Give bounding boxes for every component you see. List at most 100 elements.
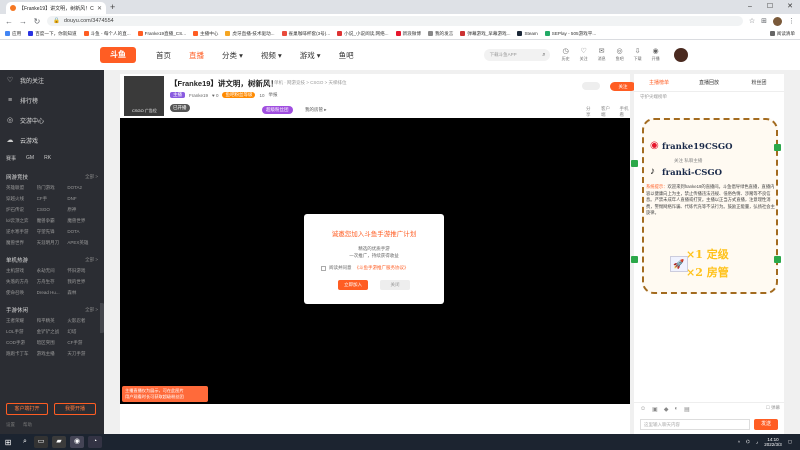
category-link[interactable]: 使命召唤 (6, 289, 37, 297)
category-link[interactable]: 穿越火线 (6, 195, 37, 203)
task-view-icon[interactable]: ▭ (34, 436, 48, 448)
category-link[interactable]: 幻塔 (67, 328, 98, 336)
client-button[interactable]: 客户端 (601, 106, 612, 118)
chrome-icon[interactable]: ◉ (70, 436, 84, 448)
category-link[interactable]: 魔兽世界 (67, 217, 98, 225)
start-broadcast-button[interactable]: 我要开播 (54, 403, 96, 415)
category-link[interactable]: 逆水寒手游 (6, 228, 37, 236)
category-link[interactable]: 火影忍者 (67, 317, 98, 325)
streamer-name[interactable]: Franke19 (189, 93, 208, 98)
category-link[interactable]: 主机游戏 (6, 267, 37, 275)
bubble-icon[interactable]: ◐ (674, 406, 678, 413)
follow-toggle[interactable] (582, 82, 600, 90)
close-tab-icon[interactable]: ✕ (97, 5, 102, 12)
category-link[interactable]: 英雄联盟 (6, 184, 37, 192)
category-link[interactable]: 守望先锋 (37, 228, 68, 236)
browser-tab[interactable]: 【Franke19】讲文明，树新风！CSGO 斗鱼直播 ✕ (6, 2, 106, 14)
camera-icon[interactable]: ▤ (684, 406, 690, 413)
bookmark[interactable]: 主播中心 (193, 31, 218, 37)
category-link[interactable]: 跑跑卡丁车 (6, 350, 37, 358)
nav-home[interactable]: 首页 (156, 50, 171, 61)
bookmark[interactable]: Franke19直播_CS... (137, 31, 186, 37)
agreement-link[interactable]: 《斗鱼手游推广服务协议》 (355, 265, 409, 271)
back-icon[interactable]: ← (5, 17, 13, 26)
category-link[interactable]: 怀旧游戏 (67, 267, 98, 275)
nav-games[interactable]: 游戏 ▾ (300, 50, 321, 61)
gift-icon[interactable]: ▣ (652, 406, 658, 413)
category-link[interactable]: 天涯明月刀 (37, 239, 68, 247)
history-button[interactable]: ◷ 历史 (562, 48, 570, 62)
category-link[interactable]: LOL手游 (6, 328, 37, 336)
category-link[interactable]: 热门游戏 (37, 184, 68, 192)
category-link[interactable]: DNF (67, 195, 98, 203)
category-link[interactable]: 原神 (67, 206, 98, 214)
more-link[interactable]: 全部 > (85, 174, 98, 180)
emoji-icon[interactable]: ☺ (640, 406, 646, 413)
level-badge[interactable]: 鱼吧粉丝等级 (222, 92, 256, 98)
app-icon[interactable]: ◔ (88, 436, 102, 448)
bookmark[interactable]: 我的发言 (427, 31, 453, 37)
room-category[interactable]: 单机 · 网游竞技 > CSGO > 天梯排位 (274, 80, 347, 86)
folder-icon[interactable]: ▰ (52, 436, 66, 448)
more-link[interactable]: 全部 > (85, 257, 98, 263)
star-icon[interactable]: ☆ (749, 17, 755, 25)
category-link[interactable]: APEX英雄 (67, 239, 98, 247)
bookmark[interactable]: 雀巢咖啡杯套(3号)... (281, 31, 330, 37)
follow-button[interactable]: ♡ 关注 (580, 48, 588, 62)
sidebar-item-rank[interactable]: ≡ 排行榜 (0, 90, 104, 110)
nav-fishbar[interactable]: 鱼吧 (339, 50, 354, 61)
chat-input[interactable]: 这里输入聊天内容 (640, 419, 750, 430)
overlay-tip[interactable]: 主播直播仅为展示，可在此图片 用户观看时长可获取超级粉丝团 (122, 386, 208, 402)
agree-checkbox[interactable] (321, 265, 326, 271)
sidebar-item-cloud[interactable]: ☁ 云游戏 (0, 130, 104, 150)
category-link[interactable]: CSGO (37, 206, 68, 214)
nav-category[interactable]: 分类 ▾ (222, 50, 243, 61)
close-button[interactable]: 关闭 (380, 280, 410, 290)
broadcast-button[interactable]: ◉ 开播 (652, 48, 660, 62)
tab-anchor-rank[interactable]: 主播榜单 (634, 74, 684, 91)
category-link[interactable]: 魔兽世界 (6, 239, 37, 247)
settings-link[interactable]: 设置 (6, 422, 15, 428)
minimize-icon[interactable]: – (740, 0, 760, 14)
category-link[interactable]: DOTA2 (67, 184, 98, 192)
danmu-toggle[interactable]: ☐ 弹幕 (766, 405, 780, 411)
report-link[interactable]: 举报 (268, 92, 277, 98)
search-icon[interactable]: ⌕ (542, 49, 545, 61)
event-link[interactable]: 赛事 (6, 155, 16, 162)
bookmark[interactable]: SEPlay - 505游戏平... (544, 31, 596, 37)
reading-list[interactable]: 阅读清单 (769, 31, 795, 37)
follow-button[interactable]: 关注 (610, 82, 636, 91)
category-link[interactable]: 我的世界 (67, 278, 98, 286)
guard-rank-label[interactable]: 守护尖端榜单 (634, 92, 784, 104)
category-link[interactable]: Dread Hu... (37, 289, 68, 297)
tab-fans[interactable]: 粉丝团 (734, 74, 784, 91)
join-button[interactable]: 立即加入 (338, 280, 368, 290)
category-link[interactable]: 方舟生存 (37, 278, 68, 286)
search-input[interactable]: 下载斗鱼APP ⌕ (483, 49, 550, 61)
category-link[interactable]: 游戏主播 (37, 350, 68, 358)
fishbar-button[interactable]: ◎ 鱼吧 (616, 48, 624, 62)
category-link[interactable]: 森林 (67, 289, 98, 297)
category-link[interactable]: CF手游 (67, 339, 98, 347)
menu-icon[interactable]: ⋮ (788, 17, 795, 25)
download-button[interactable]: ⇩ 下载 (634, 48, 642, 62)
clock[interactable]: 14:10 2022/3/3 (764, 437, 782, 448)
sidebar-item-voice[interactable]: ◎ 交游中心 (0, 110, 104, 130)
send-button[interactable]: 发送 (754, 419, 778, 430)
category-link[interactable]: 暗区突围 (37, 339, 68, 347)
mobile-watch-button[interactable]: 手机看 (620, 106, 631, 118)
category-link[interactable]: 和平精英 (37, 317, 68, 325)
category-link[interactable]: lol云顶之弈 (6, 217, 37, 225)
notification-icon[interactable]: ▢ (788, 439, 792, 445)
extensions-icon[interactable]: ⊞ (761, 17, 767, 25)
bookmark[interactable]: 新浪微博 (395, 31, 421, 37)
event-link[interactable]: GM (26, 155, 34, 161)
volume-icon[interactable]: ♪ (756, 440, 758, 445)
fans-badge-icon[interactable]: ◆ (664, 406, 669, 413)
video-player[interactable]: 诚邀您加入斗鱼手游推广计划 精选的优质手游 一次推广，持续获得收益 阅读并同意 … (120, 118, 630, 404)
close-window-icon[interactable]: ✕ (780, 0, 800, 14)
open-client-button[interactable]: 客户端打开 (6, 403, 48, 415)
profile-avatar[interactable] (773, 16, 782, 26)
bookmark[interactable]: 应用 (5, 31, 21, 37)
message-button[interactable]: ✉ 消息 (598, 48, 606, 62)
